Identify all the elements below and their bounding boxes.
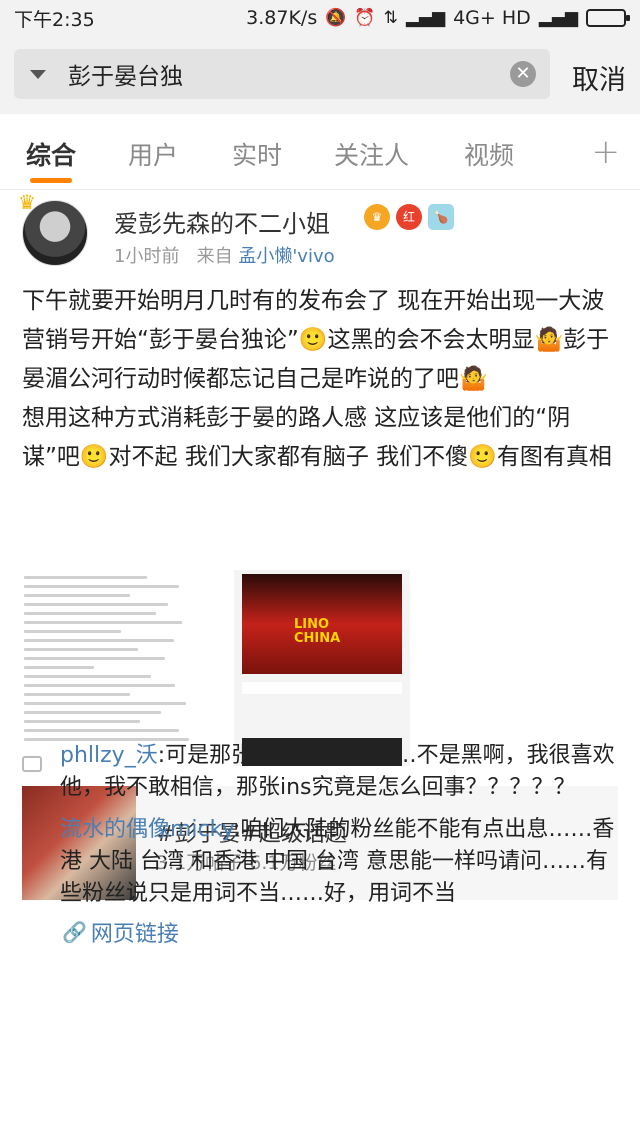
commenter-name[interactable]: 流水的偶像micky <box>60 817 233 842</box>
mute-icon: 🔕 <box>325 8 347 28</box>
tab-following[interactable]: 关注人 <box>334 136 409 172</box>
from-label: 来自 <box>196 246 233 267</box>
signal-icon: ▂▄▆ <box>405 8 446 28</box>
drumstick-badge-icon[interactable]: 🍗 <box>428 204 454 230</box>
data-transfer-icon: ⇅ <box>383 8 398 28</box>
add-tab-icon[interactable]: + <box>592 132 621 172</box>
search-query[interactable]: 彭于晏台独 <box>68 57 510 91</box>
tab-comprehensive[interactable]: 综合 <box>26 136 76 172</box>
post-username[interactable]: 爱彭先森的不二小姐 <box>114 204 330 239</box>
comment-icon <box>22 756 42 772</box>
status-indicators: 3.87K/s 🔕 ⏰ ⇅ ▂▄▆ 4G+ HD ▂▄▆ <box>246 7 630 29</box>
battery-icon <box>586 9 630 27</box>
tab-bar: 综合 用户 实时 关注人 视频 + <box>0 114 640 190</box>
tab-realtime[interactable]: 实时 <box>232 136 282 172</box>
post-image-1[interactable] <box>22 570 198 766</box>
user-badges: ♛ 红 🍗 <box>364 204 454 230</box>
link-icon: 🔗 <box>62 920 87 944</box>
search-bar: 彭于晏台独 ✕ 取消 <box>0 36 640 114</box>
post-time: 1小时前 <box>114 246 180 267</box>
clear-icon[interactable]: ✕ <box>510 61 536 87</box>
status-bar: 下午2:35 3.87K/s 🔕 ⏰ ⇅ ▂▄▆ 4G+ HD ▂▄▆ <box>0 0 640 36</box>
post-body: 下午就要开始明月几时有的发布会了 现在开始出现一大波营销号开始“彭于晏台独论”🙂… <box>22 288 612 470</box>
status-time: 下午2:35 <box>14 8 95 31</box>
search-input[interactable]: 彭于晏台独 ✕ <box>14 49 550 99</box>
post-meta: 1小时前 来自 孟小懒'vivo <box>114 242 335 268</box>
cancel-button[interactable]: 取消 <box>572 58 626 97</box>
tab-video[interactable]: 视频 <box>464 136 514 172</box>
post-image-2[interactable]: LINO CHINA <box>234 570 410 766</box>
comment-item[interactable]: 流水的偶像micky:咱们大陆的粉丝能不能有点出息……香港 大陆 台湾 和香港 … <box>60 814 620 910</box>
commenter-name[interactable]: phllzy_沃 <box>60 743 158 768</box>
alarm-icon: ⏰ <box>354 8 376 28</box>
network-type: 4G+ HD <box>453 7 531 29</box>
signal-2-icon: ▂▄▆ <box>538 8 578 28</box>
crown-icon: ♛ <box>18 190 36 214</box>
web-link-label[interactable]: 网页链接 <box>91 916 179 948</box>
active-tab-indicator <box>30 178 72 183</box>
tab-users[interactable]: 用户 <box>128 136 178 172</box>
network-speed: 3.87K/s <box>246 7 318 29</box>
red-badge-icon[interactable]: 红 <box>396 204 422 230</box>
comment-item[interactable]: phllzy_沃:可是那张ins是真的啊……不是黑啊，我很喜欢他，我不敢相信，那… <box>60 740 620 804</box>
jersey-text: LINO CHINA <box>294 617 341 646</box>
post-source[interactable]: 孟小懒'vivo <box>238 246 334 267</box>
dropdown-triangle-icon[interactable] <box>30 69 46 79</box>
vip-badge-icon[interactable]: ♛ <box>364 204 390 230</box>
web-link[interactable]: 🔗 网页链接 <box>62 916 179 948</box>
